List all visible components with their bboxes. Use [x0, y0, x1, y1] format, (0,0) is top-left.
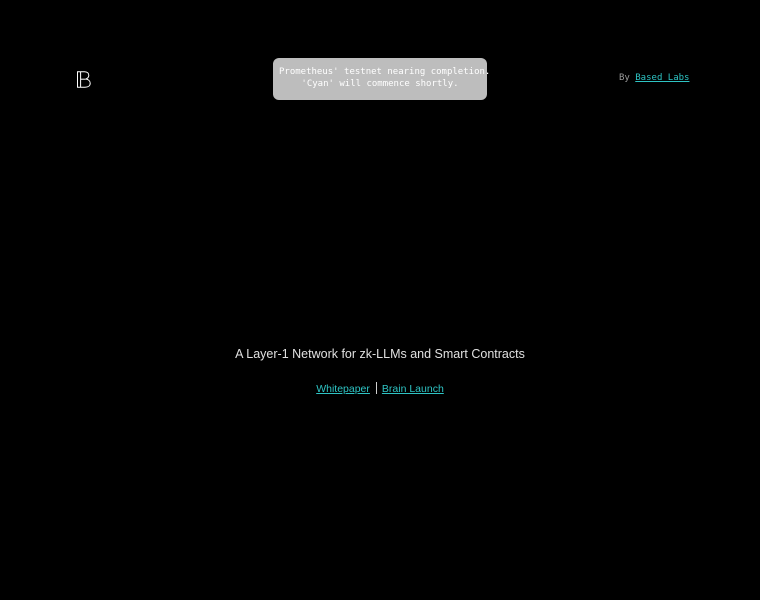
notice-line-1: Prometheus' testnet nearing completion. — [279, 67, 491, 77]
logo[interactable] — [76, 71, 92, 88]
notice-line-2: 'Cyan' will commence shortly. — [301, 79, 459, 89]
brain-launch-link[interactable]: Brain Launch — [382, 383, 444, 395]
link-divider — [375, 382, 377, 394]
byline-prefix: By — [619, 73, 630, 83]
hero-links: Whitepaper Brain Launch — [0, 382, 760, 396]
byline: By Based Labs — [619, 73, 689, 84]
based-b-logo-icon — [77, 71, 91, 88]
hero-tagline: A Layer-1 Network for zk-LLMs and Smart … — [235, 347, 525, 361]
testnet-notice-banner: Prometheus' testnet nearing completion. … — [273, 58, 491, 100]
whitepaper-link[interactable]: Whitepaper — [316, 383, 370, 395]
based-labs-link[interactable]: Based Labs — [635, 73, 689, 83]
